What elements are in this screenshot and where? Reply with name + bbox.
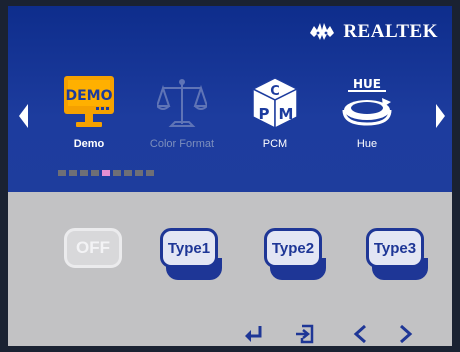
demo-icon: DEMO bbox=[64, 76, 114, 127]
page-dot bbox=[58, 170, 66, 176]
enter-icon bbox=[245, 326, 262, 342]
option-type3[interactable]: Type3 bbox=[366, 228, 428, 284]
page-dot bbox=[113, 170, 121, 176]
page-dot bbox=[146, 170, 154, 176]
menu-label-pcm: PCM bbox=[262, 138, 288, 150]
option-type2-button[interactable]: Type2 bbox=[264, 228, 322, 268]
page-dot bbox=[135, 170, 143, 176]
scale-icon bbox=[157, 79, 207, 127]
menu-item-pcm[interactable]: C P M PCM bbox=[232, 76, 318, 166]
page-dot bbox=[91, 170, 99, 176]
menu-scroll-left[interactable] bbox=[16, 101, 32, 131]
triangle-right-icon bbox=[436, 104, 445, 128]
menu-label-hue: Hue bbox=[356, 138, 378, 150]
pcm-letter-m: M bbox=[279, 105, 294, 123]
pcm-letter-c: C bbox=[270, 84, 280, 99]
crab-logo-icon bbox=[310, 23, 335, 40]
hue-badge: HUE bbox=[353, 77, 381, 91]
osd-menu-panel: REALTEK DEMO Demo Color Format C P M PCM… bbox=[8, 6, 452, 192]
menu-label-demo: Demo bbox=[73, 138, 105, 150]
triangle-left-icon bbox=[19, 104, 28, 128]
page-dot-active bbox=[102, 170, 110, 176]
option-type1[interactable]: Type1 bbox=[160, 228, 222, 284]
page-dot bbox=[124, 170, 132, 176]
page-dot bbox=[80, 170, 88, 176]
menu-item-demo[interactable]: DEMO Demo bbox=[46, 76, 132, 166]
option-off[interactable]: OFF bbox=[64, 228, 126, 284]
demo-badge: DEMO bbox=[65, 88, 112, 104]
option-off-button[interactable]: OFF bbox=[64, 228, 122, 268]
brand-name: REALTEK bbox=[343, 21, 438, 42]
right-arrow-icon bbox=[400, 324, 413, 344]
exit-icon bbox=[296, 324, 314, 344]
pcm-letter-p: P bbox=[259, 105, 270, 123]
pcm-cube-icon: C P M bbox=[251, 77, 299, 130]
menu-item-color-format[interactable]: Color Format bbox=[139, 76, 225, 166]
option-type1-button[interactable]: Type1 bbox=[160, 228, 218, 268]
page-indicator bbox=[58, 170, 154, 176]
realtek-logo: REALTEK bbox=[307, 20, 438, 44]
osd-screen: REALTEK DEMO Demo Color Format C P M PCM… bbox=[8, 6, 452, 346]
page-dot bbox=[69, 170, 77, 176]
hue-icon: HUE bbox=[342, 77, 392, 126]
menu-label-color-format: Color Format bbox=[149, 138, 215, 150]
menu-item-hue[interactable]: HUE Hue bbox=[324, 76, 410, 166]
option-type2[interactable]: Type2 bbox=[264, 228, 326, 284]
option-type3-button[interactable]: Type3 bbox=[366, 228, 424, 268]
menu-scroll-right[interactable] bbox=[432, 101, 448, 131]
left-arrow-icon bbox=[353, 324, 366, 344]
